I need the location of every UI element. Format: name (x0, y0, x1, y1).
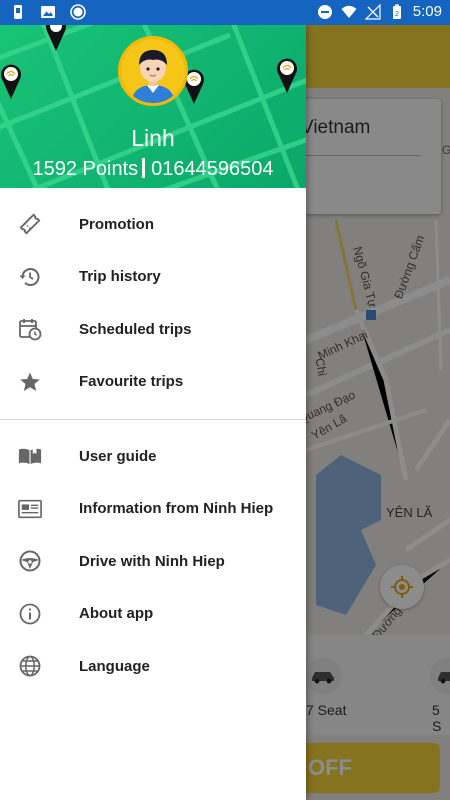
map-pin-icon (46, 25, 66, 51)
menu-item-label: Promotion (79, 215, 154, 233)
menu-item-label: Trip history (79, 268, 161, 286)
wifi-icon (341, 5, 357, 18)
menu-item-label: Favourite trips (79, 373, 184, 391)
history-icon (18, 265, 42, 289)
dnd-icon (317, 4, 332, 19)
wifi-pin-icon (277, 58, 297, 93)
menu-item-label: About app (79, 605, 154, 623)
wifi-pin-icon (0, 64, 21, 99)
menu-item-promotion[interactable]: Promotion (0, 198, 306, 251)
svg-text:2: 2 (395, 11, 399, 18)
menu-item-label: Information from Ninh Hiep (79, 500, 274, 518)
primary-menu: Promotion Trip history Scheduled trips F… (0, 188, 306, 408)
status-time: 5:09 (412, 3, 442, 20)
secondary-menu: User guide Information from Ninh Hiep Dr… (0, 430, 306, 693)
book-icon (18, 444, 42, 468)
user-name: Linh (131, 125, 175, 151)
menu-item-trip-history[interactable]: Trip history (0, 251, 306, 304)
user-points: 1592 Points (32, 158, 139, 180)
globe-icon (18, 654, 42, 678)
star-icon (18, 370, 42, 394)
menu-divider (0, 419, 306, 420)
menu-item-label: Scheduled trips (79, 320, 192, 338)
menu-item-scheduled-trips[interactable]: Scheduled trips (0, 303, 306, 356)
user-avatar-icon (121, 39, 185, 103)
info-icon (18, 602, 42, 626)
steering-wheel-icon (18, 549, 42, 573)
menu-item-information[interactable]: Information from Ninh Hiep (0, 483, 306, 536)
avatar[interactable] (118, 36, 188, 106)
menu-item-language[interactable]: Language (0, 640, 306, 693)
drawer-scrim[interactable] (306, 25, 450, 800)
menu-item-label: User guide (79, 447, 157, 465)
status-bar: 2 5:09 (0, 0, 450, 25)
menu-item-about-app[interactable]: About app (0, 588, 306, 641)
record-icon (70, 4, 86, 20)
menu-item-favourite-trips[interactable]: Favourite trips (0, 356, 306, 409)
newspaper-icon (18, 497, 42, 521)
separator (142, 158, 146, 178)
menu-item-user-guide[interactable]: User guide (0, 430, 306, 483)
user-stats: 1592 Points 01644596504 (0, 158, 306, 181)
user-phone: 01644596504 (151, 158, 274, 180)
drawer-header: Linh 1592 Points 01644596504 (0, 25, 306, 188)
image-icon (41, 6, 55, 18)
menu-item-label: Language (79, 657, 150, 675)
menu-item-label: Drive with Ninh Hiep (79, 552, 225, 570)
calendar-clock-icon (18, 317, 42, 341)
battery-icon: 2 (392, 4, 401, 19)
notification-icon (14, 5, 22, 19)
menu-item-drive-with-us[interactable]: Drive with Ninh Hiep (0, 535, 306, 588)
no-signal-icon (364, 3, 381, 20)
navigation-drawer: Linh 1592 Points 01644596504 Promotion Tr… (0, 25, 306, 800)
ticket-icon (18, 212, 42, 236)
